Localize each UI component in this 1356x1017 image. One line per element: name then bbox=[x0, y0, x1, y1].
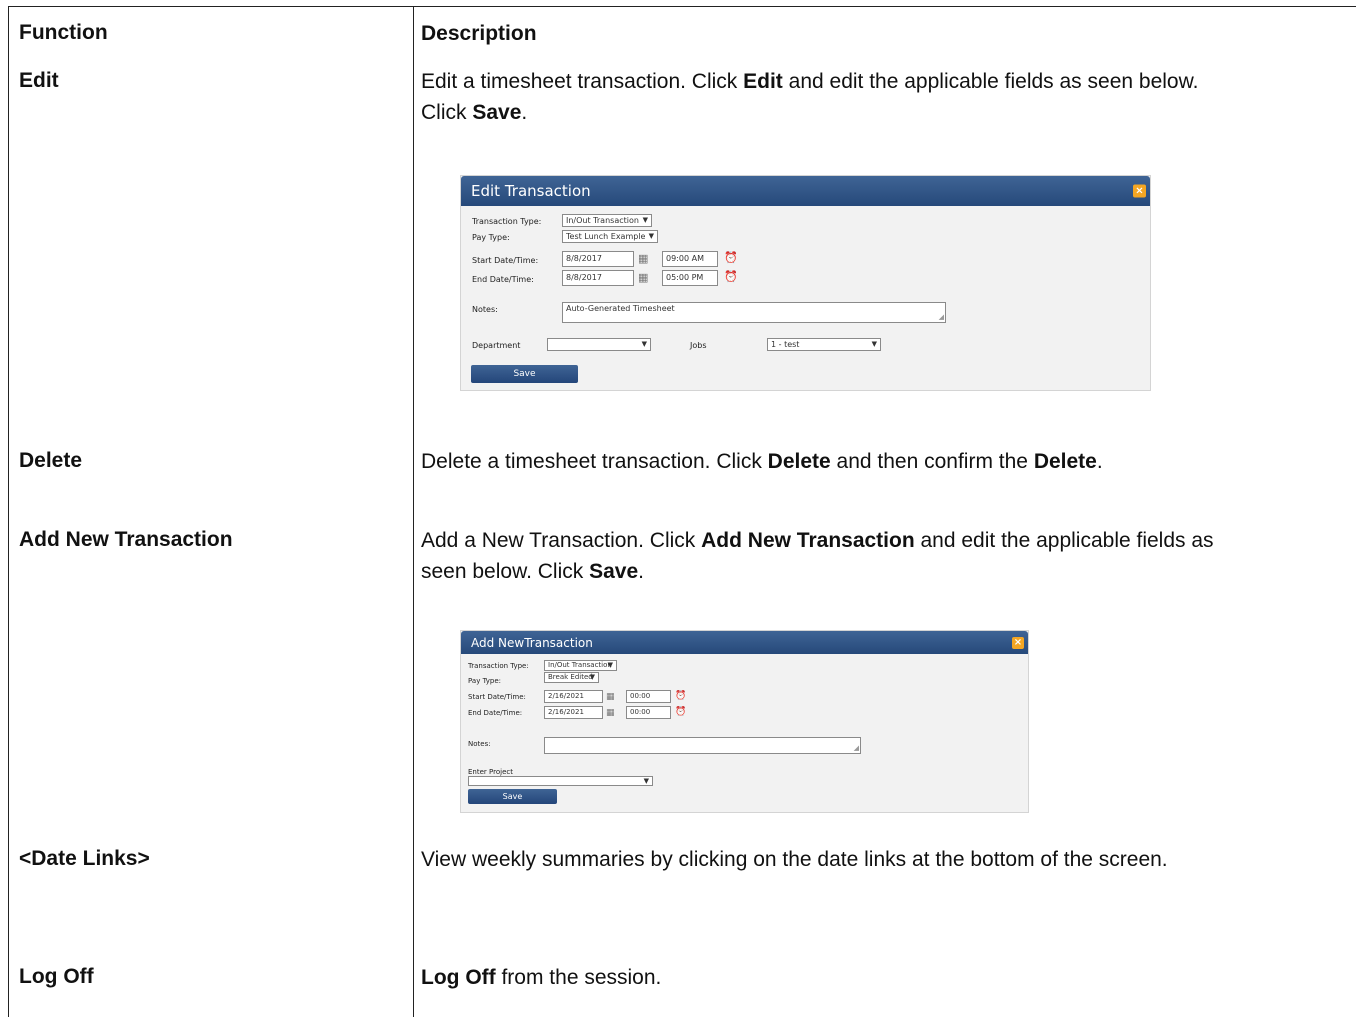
chevron-down-icon: ▼ bbox=[641, 340, 647, 348]
pay-type-select[interactable]: Test Lunch Example ▼ bbox=[562, 230, 658, 243]
end-datetime-label: End Date/Time: bbox=[472, 275, 534, 284]
calendar-icon[interactable]: ▦ bbox=[638, 272, 648, 284]
end-time-input[interactable]: 00:00 bbox=[626, 706, 671, 719]
calendar-icon[interactable]: ▦ bbox=[606, 707, 615, 719]
chevron-down-icon: ▼ bbox=[643, 777, 649, 785]
chevron-down-icon: ▼ bbox=[607, 661, 613, 669]
dialog-title-bar: Edit Transaction × bbox=[461, 176, 1150, 206]
end-datetime-label: End Date/Time: bbox=[468, 709, 523, 717]
end-date-input[interactable]: 2/16/2021 bbox=[544, 706, 603, 719]
header-function: Function bbox=[19, 21, 108, 44]
row-delete-function: Delete bbox=[19, 449, 83, 472]
start-time-input[interactable]: 00:00 bbox=[626, 690, 671, 703]
row-log-off-function: Log Off bbox=[19, 965, 94, 988]
close-icon[interactable]: × bbox=[1012, 636, 1024, 649]
dialog-title-bar: Add NewTransaction × bbox=[461, 631, 1028, 654]
pay-type-label: Pay Type: bbox=[468, 677, 502, 685]
project-select[interactable]: ▼ bbox=[468, 776, 653, 786]
transaction-type-label: Transaction Type: bbox=[468, 662, 529, 670]
chevron-down-icon: ▼ bbox=[871, 340, 877, 348]
close-icon[interactable]: × bbox=[1133, 184, 1146, 198]
notes-textarea[interactable]: Auto-Generated Timesheet ◢ bbox=[562, 302, 946, 323]
clock-icon[interactable]: ⏰ bbox=[675, 690, 686, 702]
notes-label: Notes: bbox=[472, 305, 498, 314]
header-description: Description bbox=[421, 22, 537, 45]
notes-label: Notes: bbox=[468, 740, 491, 748]
start-time-input[interactable]: 09:00 AM bbox=[662, 251, 718, 267]
start-date-input[interactable]: 2/16/2021 bbox=[544, 690, 603, 703]
row-add-description: Add a New Transaction. Click Add New Tra… bbox=[421, 529, 1214, 583]
row-date-links-description: View weekly summaries by clicking on the… bbox=[421, 848, 1168, 871]
column-divider bbox=[413, 7, 414, 1017]
save-button[interactable]: Save bbox=[471, 365, 578, 383]
chevron-down-icon: ▼ bbox=[589, 673, 595, 681]
clock-icon[interactable]: ⏰ bbox=[675, 706, 686, 718]
jobs-select[interactable]: 1 - test ▼ bbox=[767, 338, 881, 351]
save-button[interactable]: Save bbox=[468, 789, 557, 804]
transaction-type-select[interactable]: In/Out Transaction ▼ bbox=[544, 660, 617, 671]
row-add-function: Add New Transaction bbox=[19, 528, 233, 551]
jobs-label: Jobs bbox=[690, 341, 707, 350]
function-table: Function Description Edit Edit a timeshe… bbox=[8, 6, 1356, 1017]
pay-type-select[interactable]: Break Edited ▼ bbox=[544, 672, 599, 683]
notes-textarea[interactable]: ◢ bbox=[544, 737, 861, 754]
calendar-icon[interactable]: ▦ bbox=[638, 253, 648, 265]
row-log-off-description: Log Off from the session. bbox=[421, 966, 662, 989]
start-datetime-label: Start Date/Time: bbox=[472, 256, 539, 265]
start-datetime-label: Start Date/Time: bbox=[468, 693, 526, 701]
clock-icon[interactable]: ⏰ bbox=[724, 252, 738, 264]
row-delete-description: Delete a timesheet transaction. Click De… bbox=[421, 450, 1103, 473]
chevron-down-icon: ▼ bbox=[648, 232, 654, 240]
dialog-title: Add NewTransaction bbox=[471, 635, 593, 650]
start-date-input[interactable]: 8/8/2017 bbox=[562, 251, 634, 267]
department-select[interactable]: ▼ bbox=[547, 338, 651, 351]
end-date-input[interactable]: 8/8/2017 bbox=[562, 270, 634, 286]
calendar-icon[interactable]: ▦ bbox=[606, 691, 615, 703]
end-time-input[interactable]: 05:00 PM bbox=[662, 270, 718, 286]
chevron-down-icon: ▼ bbox=[642, 216, 648, 224]
edit-transaction-dialog: Edit Transaction × Transaction Type: In/… bbox=[460, 175, 1151, 391]
clock-icon[interactable]: ⏰ bbox=[724, 271, 738, 283]
row-edit-function: Edit bbox=[19, 69, 59, 92]
pay-type-label: Pay Type: bbox=[472, 233, 510, 242]
resize-handle-icon[interactable]: ◢ bbox=[939, 314, 944, 321]
transaction-type-select[interactable]: In/Out Transaction ▼ bbox=[562, 214, 652, 227]
row-date-links-function: <Date Links> bbox=[19, 847, 150, 870]
dialog-title: Edit Transaction bbox=[471, 182, 591, 200]
resize-handle-icon[interactable]: ◢ bbox=[854, 745, 859, 752]
enter-project-label: Enter Project bbox=[468, 768, 513, 776]
add-transaction-dialog: Add NewTransaction × Transaction Type: I… bbox=[460, 630, 1029, 813]
transaction-type-label: Transaction Type: bbox=[472, 217, 542, 226]
row-edit-description: Edit a timesheet transaction. Click Edit… bbox=[421, 70, 1199, 124]
department-label: Department bbox=[472, 341, 521, 350]
